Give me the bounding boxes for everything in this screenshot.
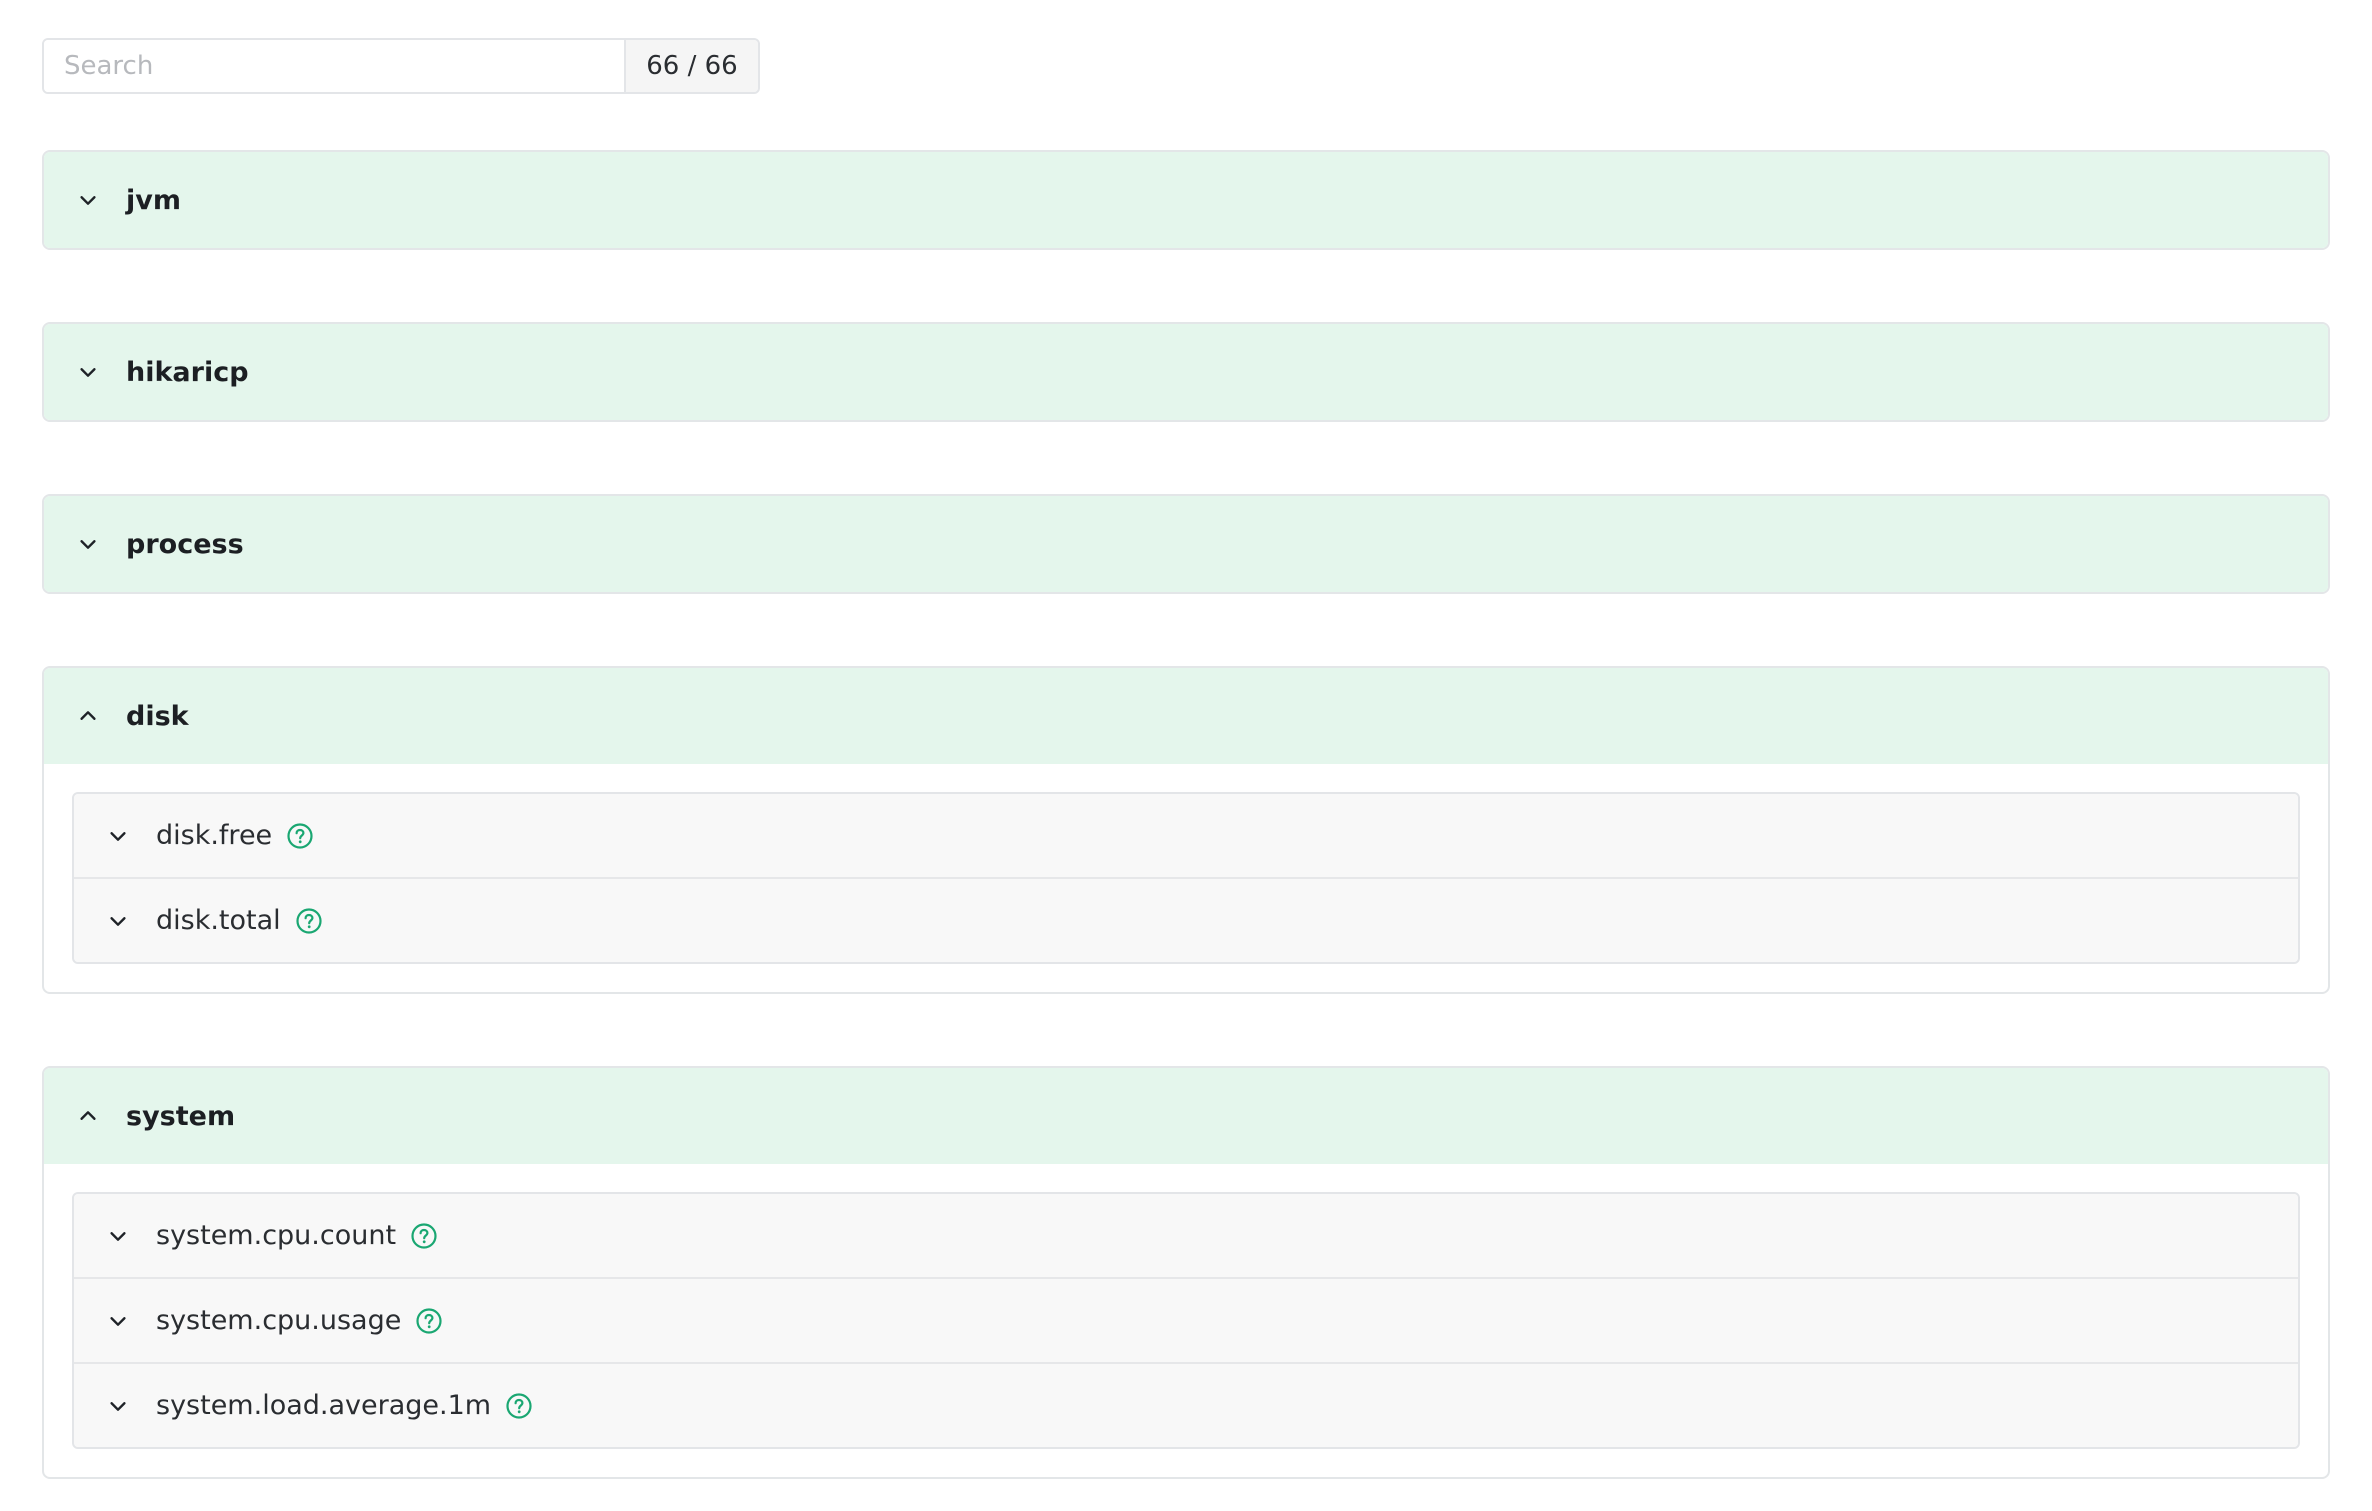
group-header-system[interactable]: system — [44, 1068, 2328, 1164]
group-title: jvm — [126, 184, 181, 216]
metric-row[interactable]: system.load.average.1m — [74, 1362, 2298, 1447]
search-result-count: 66 / 66 — [624, 40, 758, 92]
search-input[interactable] — [44, 40, 624, 92]
chevron-down-icon — [104, 822, 132, 850]
metric-list: disk.free disk.total — [72, 792, 2300, 964]
group-system: system system.cpu.count system.cpu.usage… — [42, 1066, 2330, 1479]
chevron-down-icon — [104, 1222, 132, 1250]
metric-label: disk.total — [156, 905, 281, 936]
group-body: system.cpu.count system.cpu.usage system… — [44, 1164, 2328, 1477]
group-title: disk — [126, 700, 189, 732]
help-circle-icon[interactable] — [410, 1222, 438, 1250]
chevron-down-icon — [74, 530, 102, 558]
metric-label: system.cpu.usage — [156, 1305, 402, 1336]
metric-label: disk.free — [156, 820, 273, 851]
group-header-jvm[interactable]: jvm — [44, 152, 2328, 248]
group-header-disk[interactable]: disk — [44, 668, 2328, 764]
help-circle-icon[interactable] — [415, 1307, 443, 1335]
search-bar: 66 / 66 — [42, 38, 760, 94]
chevron-down-icon — [104, 1392, 132, 1420]
help-circle-icon[interactable] — [295, 907, 323, 935]
metric-label: system.cpu.count — [156, 1220, 397, 1251]
metrics-page: 66 / 66 jvm hikaricp — [0, 0, 2372, 1511]
chevron-down-icon — [104, 1307, 132, 1335]
group-title: process — [126, 528, 244, 560]
group-disk: disk disk.free disk.total — [42, 666, 2330, 994]
chevron-up-icon — [74, 1102, 102, 1130]
chevron-down-icon — [74, 358, 102, 386]
chevron-up-icon — [74, 702, 102, 730]
metric-row[interactable]: disk.free — [74, 794, 2298, 877]
group-header-process[interactable]: process — [44, 496, 2328, 592]
group-title: system — [126, 1100, 236, 1132]
help-circle-icon[interactable] — [505, 1392, 533, 1420]
group-body: disk.free disk.total — [44, 764, 2328, 992]
group-title: hikaricp — [126, 356, 249, 388]
chevron-down-icon — [74, 186, 102, 214]
group-jvm: jvm — [42, 150, 2330, 250]
metric-label: system.load.average.1m — [156, 1390, 492, 1421]
group-process: process — [42, 494, 2330, 594]
metric-row[interactable]: system.cpu.usage — [74, 1277, 2298, 1362]
metric-groups: jvm hikaricp process disk disk.free disk… — [42, 150, 2330, 1511]
group-hikaricp: hikaricp — [42, 322, 2330, 422]
group-header-hikaricp[interactable]: hikaricp — [44, 324, 2328, 420]
metric-row[interactable]: disk.total — [74, 877, 2298, 962]
chevron-down-icon — [104, 907, 132, 935]
metric-list: system.cpu.count system.cpu.usage system… — [72, 1192, 2300, 1449]
metric-row[interactable]: system.cpu.count — [74, 1194, 2298, 1277]
help-circle-icon[interactable] — [286, 822, 314, 850]
